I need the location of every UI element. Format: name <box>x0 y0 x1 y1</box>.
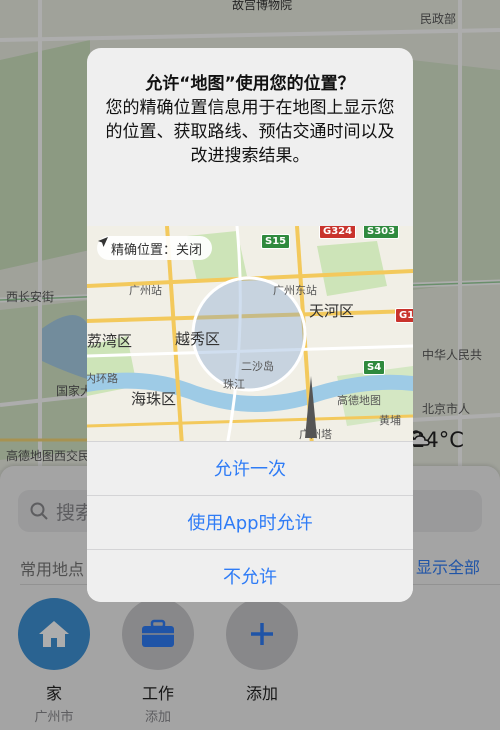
shield-g10: G10 <box>395 308 413 323</box>
allow-while-using-button[interactable]: 使用App时允许 <box>87 495 413 548</box>
alert-map-preview: 精确位置：关闭 S15 G324 S303 S4 G10 广州站 广州东站 天河… <box>87 226 413 446</box>
map-label-haizhu: 海珠区 <box>131 390 177 408</box>
map-label-zhujiang: 珠江 <box>223 378 245 391</box>
map-label-canton-tower: 广州塔 <box>299 428 332 441</box>
alert-title: 允许“地图”使用您的位置？ <box>145 74 355 94</box>
map-label-inner-ring: 内环路 <box>87 372 118 385</box>
alert-text: 允许“地图”使用您的位置？ 您的精确位置信息用于在地图上显示您的位置、获取路线、… <box>87 48 413 168</box>
alert-message: 您的精确位置信息用于在地图上显示您的位置、获取路线、预估交通时间以及改进搜索结果… <box>105 98 395 166</box>
shield-s15: S15 <box>261 234 291 249</box>
allow-once-button[interactable]: 允许一次 <box>87 441 413 494</box>
precise-location-label: 精确位置：关闭 <box>111 242 203 258</box>
dont-allow-button[interactable]: 不允许 <box>87 549 413 602</box>
location-permission-alert: 允许“地图”使用您的位置？ 您的精确位置信息用于在地图上显示您的位置、获取路线、… <box>87 48 413 602</box>
map-label-watermark: 高德地图 <box>337 394 381 407</box>
shield-s4: S4 <box>363 360 386 375</box>
map-label-guangzhou-station: 广州站 <box>129 284 162 297</box>
shield-g324: G324 <box>319 226 357 239</box>
map-label-huangpu: 黄埔 <box>379 414 401 427</box>
precise-location-toggle[interactable]: 精确位置：关闭 <box>97 236 213 260</box>
map-label-guangzhou-east: 广州东站 <box>273 284 317 297</box>
map-label-liwan: 荔湾区 <box>87 332 133 350</box>
map-label-yuexiu: 越秀区 <box>175 330 221 348</box>
map-label-ershadao: 二沙岛 <box>241 360 274 373</box>
map-label-tianhe: 天河区 <box>309 302 355 320</box>
shield-s303: S303 <box>363 226 400 239</box>
